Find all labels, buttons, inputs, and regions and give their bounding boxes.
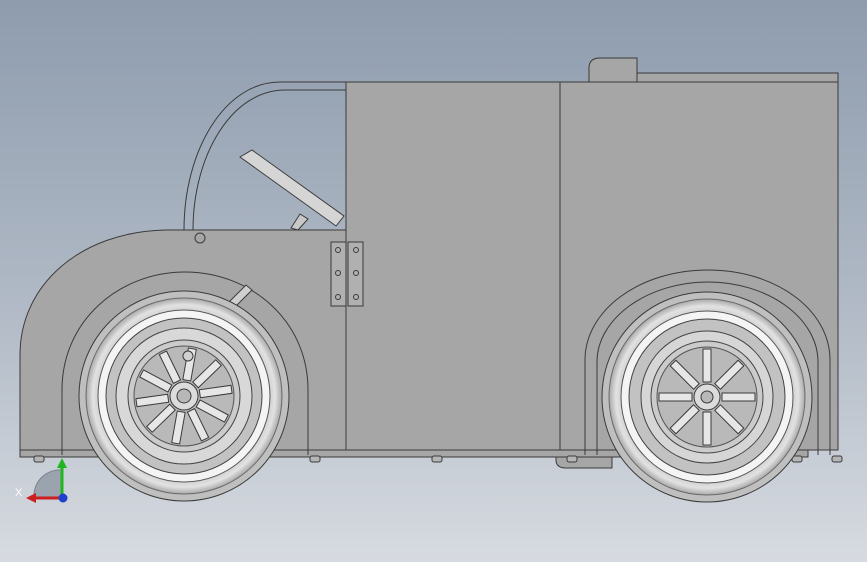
hinge-bolt	[335, 247, 341, 253]
wheel-spoke	[702, 348, 712, 383]
rear-wheel	[601, 291, 813, 503]
wheel-spoke	[721, 392, 756, 402]
triad-x-label: X	[15, 487, 23, 499]
vehicle-side-view-model[interactable]: X	[0, 0, 867, 562]
triad-y-arrowhead	[57, 458, 67, 468]
roof-vent	[588, 57, 638, 83]
triad-z-axis	[58, 493, 68, 503]
triad-x-arrowhead	[26, 493, 36, 503]
hinge-bolt	[335, 270, 341, 276]
mirror-mount	[194, 232, 206, 244]
hinge-bolt	[353, 294, 359, 300]
wheel-spoke	[658, 392, 693, 402]
hinge-bolt	[335, 294, 341, 300]
cargo-lid	[635, 72, 839, 83]
wheel-spoke	[702, 411, 712, 446]
steering-column	[290, 213, 309, 231]
cad-graphics-viewport[interactable]: X	[0, 0, 867, 562]
triad-plane-indicator	[33, 469, 63, 499]
rear-step	[555, 456, 613, 469]
coordinate-triad: X	[15, 458, 68, 503]
hinge-bolt	[353, 247, 359, 253]
front-wheel	[78, 290, 290, 502]
steering-wheel	[239, 149, 345, 227]
hinge-bolt	[353, 270, 359, 276]
